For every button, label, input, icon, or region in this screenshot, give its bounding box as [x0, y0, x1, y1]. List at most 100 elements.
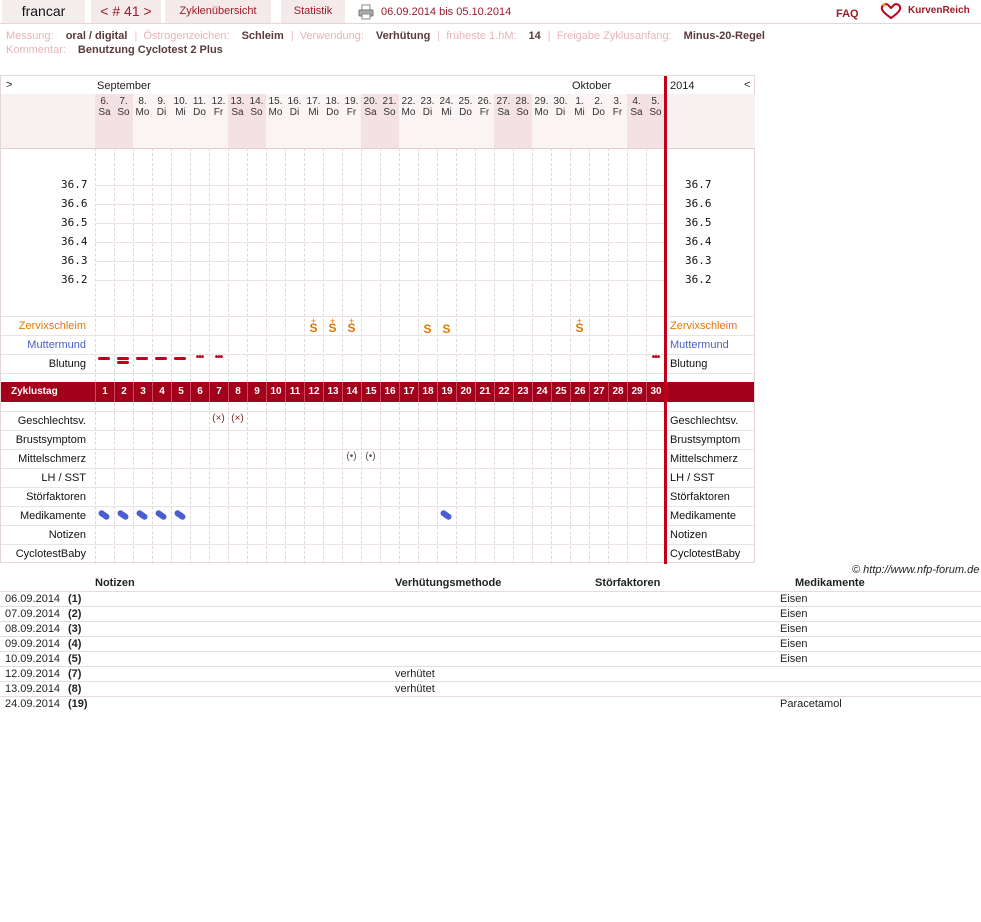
cycle-day-number: 16 [380, 382, 399, 402]
row-divider [1, 506, 754, 507]
row-divider [1, 525, 754, 526]
cycle-day-number: 5 [171, 382, 190, 402]
spotting-mark: ••• [195, 352, 205, 363]
weekday-label: Mi [441, 107, 452, 118]
intercourse-mark: (×) [231, 413, 244, 424]
cycle-day-number: 19 [437, 382, 456, 402]
grid-column-line [361, 402, 362, 564]
tab-cycle-overview[interactable]: Zyklenübersicht [165, 0, 271, 23]
pill-icon [173, 509, 187, 521]
grid-column-line [494, 148, 495, 382]
table-row: 12.09.2014 (7) verhütet [0, 666, 981, 681]
weekday-label: Mi [175, 107, 186, 118]
grid-column-line [646, 148, 647, 382]
mucus-mark: S [309, 321, 318, 335]
release-value: Minus-20-Regel [683, 30, 765, 42]
comment-label: Kommentar: [6, 44, 66, 56]
date-number: 13. [230, 96, 245, 107]
grid-column-line [266, 402, 267, 564]
weekday-label: So [516, 107, 529, 118]
cycle-day-number: 3 [133, 382, 152, 402]
row-medication: Eisen [780, 638, 808, 650]
date-number: 18. [325, 96, 340, 107]
row-date: 13.09.2014 [5, 683, 61, 695]
grid-column-line [171, 148, 172, 382]
grid-column-line [456, 148, 457, 382]
date-number: 15. [268, 96, 283, 107]
bleeding-mark [98, 357, 110, 360]
print-icon[interactable] [358, 4, 374, 20]
weekday-label: Di [422, 107, 433, 118]
date-number: 17. [306, 96, 321, 107]
weekday-label: Do [326, 107, 339, 118]
date-number: 8. [138, 96, 147, 107]
row-cycle-day: (5) [68, 653, 82, 665]
grid-column-line [608, 402, 609, 564]
header-factors: Störfaktoren [595, 577, 661, 589]
date-number: 10. [173, 96, 188, 107]
grid-column-line [437, 402, 438, 564]
date-number: 6. [100, 96, 109, 107]
weekday-label: Sa [630, 107, 643, 118]
row-date: 08.09.2014 [5, 623, 61, 635]
row-date: 06.09.2014 [5, 593, 61, 605]
row-divider [1, 316, 754, 317]
pill-icon [97, 509, 111, 521]
temperature-label-left: 36.5 [61, 216, 88, 229]
cycle-settings: Messung: oral / digital | Östrogenzeichen:… [6, 30, 765, 42]
date-number: 21. [382, 96, 397, 107]
grid-column-line [437, 148, 438, 382]
grid-column-line [323, 402, 324, 564]
table-row: 13.09.2014 (8) verhütet [0, 681, 981, 696]
date-number: 3. [613, 96, 622, 107]
row-label-left: CyclotestBaby [15, 548, 86, 560]
date-number: 28. [515, 96, 530, 107]
brand-logo[interactable]: KurvenReich [880, 2, 980, 22]
grid-column-line [266, 148, 267, 382]
grid-column-line [285, 402, 286, 564]
row-divider [1, 373, 754, 374]
scroll-left-button[interactable]: > [6, 79, 12, 91]
faq-link[interactable]: FAQ [836, 8, 859, 20]
table-row: 08.09.2014 (3) Eisen [0, 621, 981, 636]
temperature-label-left: 36.2 [61, 273, 88, 286]
mucus-mark: S [423, 322, 432, 336]
cycle-selector[interactable]: < # 41 > [91, 0, 161, 23]
row-cycle-day: (1) [68, 593, 82, 605]
grid-column-line [570, 148, 571, 382]
row-method: verhütet [395, 683, 435, 695]
brand-name: KurvenReich [908, 5, 970, 16]
grid-column-line [133, 148, 134, 382]
weekday-label: Mo [135, 107, 150, 118]
weekday-label: Mi [574, 107, 585, 118]
grid-column-line [513, 402, 514, 564]
row-label-left: Mittelschmerz [18, 453, 86, 465]
cycle-day-number: 20 [456, 382, 475, 402]
temperature-label-right: 36.3 [685, 254, 712, 267]
row-label-left: Geschlechtsv. [17, 415, 86, 427]
table-row: 09.09.2014 (4) Eisen [0, 636, 981, 651]
grid-column-line [380, 148, 381, 382]
weekday-label: So [117, 107, 130, 118]
top-navigation: francar < # 41 > Zyklenübersicht Statist… [0, 0, 981, 24]
pill-icon [116, 509, 130, 521]
mucus-mark: S [328, 321, 337, 335]
row-divider [1, 335, 754, 336]
grid-column-line [475, 402, 476, 564]
table-row: 10.09.2014 (5) Eisen [0, 651, 981, 666]
user-tab[interactable]: francar [2, 0, 85, 23]
cycle-day-number: 14 [342, 382, 361, 402]
grid-column-line [551, 148, 552, 382]
scroll-right-button[interactable]: < [744, 79, 750, 91]
tab-statistics[interactable]: Statistik [281, 0, 345, 23]
earliest-hm-value: 14 [528, 30, 541, 42]
row-label-left: Notizen [48, 529, 86, 541]
grid-column-line [513, 148, 514, 382]
bleeding-mark [174, 357, 186, 360]
cycle-day-number: 17 [399, 382, 418, 402]
grid-column-line [114, 148, 115, 382]
row-divider [1, 354, 754, 355]
row-divider [1, 430, 754, 431]
weekday-label: Do [592, 107, 605, 118]
cycle-day-number: 13 [323, 382, 342, 402]
